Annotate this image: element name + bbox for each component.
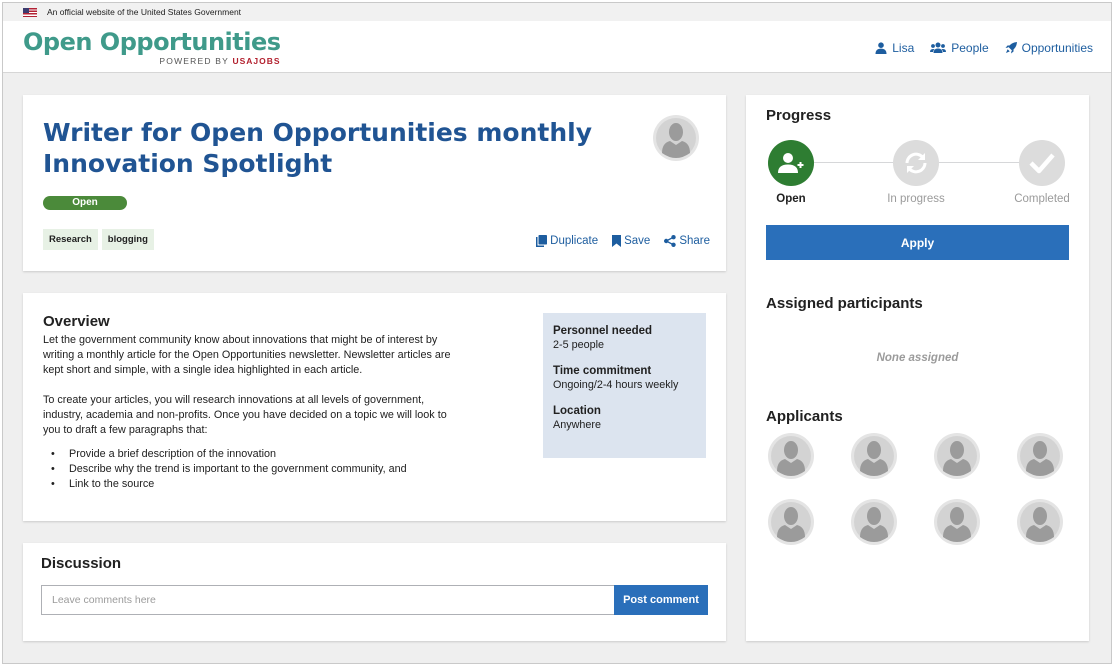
applicant-avatar[interactable]: [934, 499, 980, 545]
applicant-avatar[interactable]: [934, 433, 980, 479]
step-open-circle: [768, 140, 814, 186]
opportunity-title: Writer for Open Opportunities monthly In…: [43, 118, 593, 178]
overview-heading: Overview: [43, 313, 110, 330]
save-button[interactable]: Save: [612, 235, 650, 247]
assigned-participants-heading: Assigned participants: [766, 295, 923, 312]
applicants-grid: [768, 433, 1063, 545]
checkmark-icon: [1029, 153, 1055, 174]
step-in-progress-circle: [893, 140, 939, 186]
applicant-avatar[interactable]: [1017, 499, 1063, 545]
nav-opportunities-link[interactable]: Opportunities: [1005, 41, 1093, 55]
add-user-icon: [778, 153, 804, 173]
opportunity-title-card: Writer for Open Opportunities monthly In…: [23, 95, 726, 271]
app-frame: An official website of the United States…: [2, 2, 1112, 664]
opportunity-actions: Duplicate Save Share: [536, 235, 710, 247]
step-open-label: Open: [776, 193, 806, 205]
status-badge: Open: [43, 196, 127, 210]
duplicate-button[interactable]: Duplicate: [536, 235, 598, 247]
step-completed-circle: [1019, 140, 1065, 186]
share-button[interactable]: Share: [664, 235, 710, 247]
save-label: Save: [624, 235, 651, 247]
overview-body: Let the government community know about …: [43, 333, 453, 492]
tag-list: Research blogging: [43, 229, 154, 250]
people-icon: [930, 42, 947, 53]
applicant-avatar[interactable]: [1017, 433, 1063, 479]
discussion-card: Discussion Post comment: [23, 543, 726, 641]
site-header: Open Opportunities POWERED BY USAJOBS Li…: [3, 21, 1111, 73]
nav-people-link[interactable]: People: [930, 41, 989, 55]
progress-sidebar: Progress Open In progress Completed Appl…: [746, 95, 1089, 641]
gov-banner-text: An official website of the United States…: [47, 7, 242, 17]
overview-paragraph: Let the government community know about …: [43, 334, 451, 376]
progress-heading: Progress: [766, 107, 832, 124]
apply-button[interactable]: Apply: [766, 225, 1069, 260]
applicant-avatar[interactable]: [768, 499, 814, 545]
step-open: Open: [746, 140, 836, 205]
gov-banner: An official website of the United States…: [3, 3, 1111, 21]
overview-bullet-list: Provide a brief description of the innov…: [43, 447, 453, 492]
overview-bullet: Link to the source: [43, 477, 453, 492]
applicant-avatar[interactable]: [851, 433, 897, 479]
assigned-empty-text: None assigned: [876, 352, 959, 364]
brand-powered-by: POWERED BY USAJOBS: [159, 56, 280, 66]
user-icon: [875, 42, 887, 54]
rocket-icon: [1005, 42, 1017, 54]
step-in-progress-label: In progress: [887, 193, 945, 205]
nav-people-label: People: [951, 41, 989, 55]
main-nav: Lisa People Opportunities: [875, 41, 1093, 55]
nav-profile-label: Lisa: [892, 41, 915, 55]
applicant-avatar[interactable]: [768, 433, 814, 479]
overview-paragraph: To create your articles, you will resear…: [43, 394, 447, 436]
refresh-icon: [905, 152, 927, 174]
time-commitment-label: Time commitment: [553, 365, 652, 377]
overview-bullet: Describe why the trend is important to t…: [43, 462, 453, 477]
brand-logo[interactable]: Open Opportunities POWERED BY USAJOBS: [23, 28, 281, 66]
applicants-heading: Applicants: [766, 408, 843, 425]
tag-blogging[interactable]: blogging: [101, 229, 154, 250]
opportunity-details: Personnel needed 2-5 people Time commitm…: [543, 313, 706, 458]
duplicate-label: Duplicate: [550, 235, 599, 247]
owner-avatar[interactable]: [653, 115, 699, 161]
post-comment-button[interactable]: Post comment: [614, 585, 708, 615]
step-completed-label: Completed: [1014, 193, 1070, 205]
personnel-value: 2-5 people: [553, 339, 605, 351]
powered-by-text: POWERED BY: [159, 56, 229, 66]
usajobs-brand: USAJOBS: [232, 56, 281, 66]
location-value: Anywhere: [553, 419, 602, 431]
overview-bullet: Provide a brief description of the innov…: [43, 447, 453, 462]
bookmark-icon: [612, 235, 622, 247]
share-icon: [664, 235, 677, 247]
comment-input[interactable]: [41, 585, 615, 615]
step-in-progress: In progress: [871, 140, 961, 205]
tag-research[interactable]: Research: [43, 229, 98, 250]
brand-title: Open Opportunities: [23, 28, 281, 56]
personnel-label: Personnel needed: [553, 325, 653, 337]
overview-card: Overview Let the government community kn…: [23, 293, 726, 521]
time-commitment-value: Ongoing/2-4 hours weekly: [553, 379, 679, 391]
step-completed: Completed: [997, 140, 1087, 205]
nav-profile-link[interactable]: Lisa: [875, 41, 914, 55]
copy-icon: [536, 235, 548, 247]
discussion-heading: Discussion: [41, 555, 122, 572]
nav-opportunities-label: Opportunities: [1021, 41, 1093, 55]
applicant-avatar[interactable]: [851, 499, 897, 545]
share-label: Share: [679, 235, 710, 247]
location-label: Location: [553, 405, 601, 417]
us-flag-icon: [23, 7, 37, 17]
